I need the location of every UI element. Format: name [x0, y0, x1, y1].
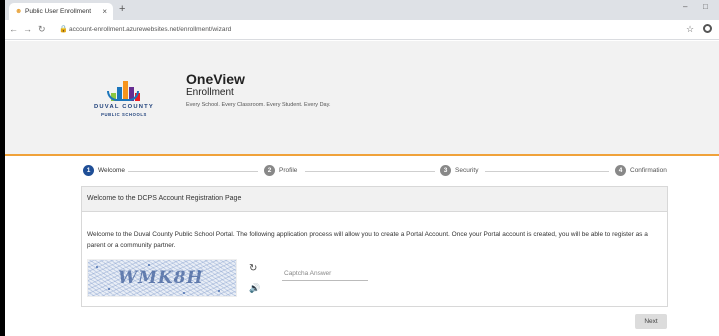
- profile-avatar-icon[interactable]: [703, 24, 712, 33]
- logo-text: DUVAL COUNTY: [94, 104, 154, 110]
- captcha-answer-input[interactable]: [282, 266, 368, 281]
- card-heading: Welcome to the DCPS Account Registration…: [87, 195, 242, 202]
- back-arrow-icon[interactable]: ←: [9, 24, 18, 34]
- minimize-button[interactable]: –: [683, 2, 687, 11]
- logo-arc: [107, 91, 139, 101]
- browser-window: ☻ Public User Enrollment × + – □ ← → ↻ 🔒…: [5, 0, 719, 336]
- step-label: Welcome: [98, 167, 125, 174]
- forward-arrow-icon[interactable]: →: [23, 24, 32, 34]
- captcha-noise: [218, 290, 220, 292]
- brand-title: OneView: [186, 71, 245, 87]
- address-bar[interactable]: 🔒 account-enrollment.azurewebsites.net/e…: [57, 23, 667, 37]
- captcha-noise: [148, 264, 150, 266]
- next-button[interactable]: Next: [635, 314, 667, 329]
- dcps-logo: DUVAL COUNTY PUBLIC SCHOOLS: [89, 71, 159, 131]
- browser-toolbar: ← → ↻ 🔒 account-enrollment.azurewebsites…: [5, 20, 719, 40]
- brand-subtitle: Enrollment: [186, 87, 234, 98]
- site-header: DUVAL COUNTY PUBLIC SCHOOLS OneView Enro…: [5, 41, 719, 136]
- registration-card: Welcome to the DCPS Account Registration…: [81, 186, 668, 307]
- step-connector: [128, 171, 258, 172]
- url-text: account-enrollment.azurewebsites.net/enr…: [69, 26, 232, 33]
- intro-text: Welcome to the Duval County Public Schoo…: [87, 231, 648, 249]
- step-number: 3: [440, 165, 451, 176]
- step-connector: [485, 171, 609, 172]
- tab-close-icon[interactable]: ×: [102, 7, 107, 16]
- card-header: Welcome to the DCPS Account Registration…: [82, 187, 667, 212]
- tab-strip: ☻ Public User Enrollment × + – □: [5, 0, 719, 20]
- step-number: 4: [615, 165, 626, 176]
- bookmark-star-icon[interactable]: ☆: [686, 24, 694, 35]
- step-label: Profile: [279, 167, 298, 174]
- maximize-button[interactable]: □: [703, 2, 708, 11]
- header-band: [5, 136, 719, 154]
- step-number: 2: [264, 165, 275, 176]
- captcha-image: WMK8H: [87, 259, 237, 297]
- captcha-noise: [108, 288, 110, 290]
- tagline: Every School. Every Classroom. Every Stu…: [186, 102, 331, 108]
- captcha-noise: [183, 292, 185, 294]
- step-number: 1: [83, 165, 94, 176]
- step-label: Security: [455, 167, 479, 174]
- captcha-noise: [96, 266, 98, 268]
- logo-subtext: PUBLIC SCHOOLS: [101, 112, 147, 117]
- captcha-noise: [198, 270, 200, 272]
- page-favicon-icon: ☻: [15, 8, 23, 15]
- audio-captcha-icon[interactable]: 🔊: [249, 283, 260, 293]
- new-tab-button[interactable]: +: [119, 3, 125, 15]
- step-label: Confirmation: [630, 167, 667, 174]
- accent-divider: [5, 154, 719, 156]
- step-connector: [305, 171, 435, 172]
- browser-tab[interactable]: ☻ Public User Enrollment ×: [9, 3, 113, 20]
- reload-icon[interactable]: ↻: [38, 24, 46, 34]
- registration-stepper: 1 Welcome 2 Profile 3 Security 4 Confirm…: [83, 165, 673, 179]
- refresh-captcha-icon[interactable]: ↻: [249, 264, 257, 274]
- captcha-text: WMK8H: [118, 268, 204, 288]
- tab-title: Public User Enrollment: [25, 8, 92, 15]
- lock-icon: 🔒: [59, 26, 68, 33]
